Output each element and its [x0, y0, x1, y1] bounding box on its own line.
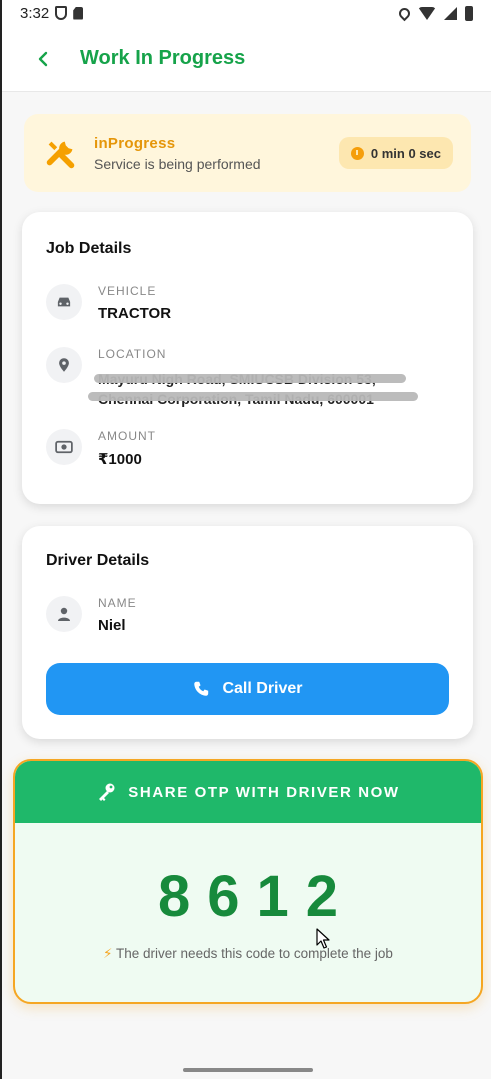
- driver-name-row: NAME Niel: [46, 596, 137, 634]
- otp-code: 8612: [157, 864, 356, 929]
- job-details-card: Job Details VEHICLE TRACTOR LOCATION AMO…: [22, 212, 473, 504]
- back-icon: [38, 51, 48, 66]
- amount-value: ₹1000: [98, 451, 142, 468]
- key-icon: [99, 783, 115, 801]
- otp-header: SHARE OTP WITH DRIVER NOW: [15, 761, 481, 823]
- name-label: NAME: [98, 596, 137, 610]
- location-row: LOCATION Mayuru Nigh Road, SMIUCSB Divis…: [46, 347, 418, 409]
- status-banner: inProgress Service is being performed 0 …: [24, 114, 471, 192]
- person-icon: [46, 596, 82, 632]
- status-time: 3:32: [20, 4, 50, 22]
- location-icon: [46, 347, 82, 383]
- call-driver-label: Call Driver: [222, 680, 303, 697]
- otp-panel: SHARE OTP WITH DRIVER NOW 8612 ⚡ The dri…: [13, 759, 483, 1004]
- tools-icon: [42, 134, 80, 172]
- redaction-mark: [88, 392, 418, 401]
- amount-icon: [46, 429, 82, 465]
- amount-label: AMOUNT: [98, 429, 156, 443]
- phone-icon: [194, 681, 209, 696]
- back-button[interactable]: [32, 48, 54, 70]
- otp-note: ⚡ The driver needs this code to complete…: [15, 946, 481, 962]
- status-bar: 3:32: [2, 0, 491, 26]
- location-status-icon: [396, 5, 413, 21]
- timer-badge: 0 min 0 sec: [338, 137, 453, 169]
- otp-note-text: The driver needs this code to complete t…: [116, 946, 393, 961]
- app-bar: Work In Progress: [2, 26, 491, 92]
- sd-card-icon: [73, 6, 84, 20]
- screen: 3:32 Work In Progress inProgress Service…: [0, 0, 491, 1079]
- timer-text: 0 min 0 sec: [370, 145, 441, 161]
- call-driver-button[interactable]: Call Driver: [46, 663, 449, 715]
- vehicle-icon: [46, 284, 82, 320]
- job-details-title: Job Details: [46, 240, 132, 257]
- vehicle-label: VEHICLE: [98, 284, 157, 298]
- mouse-cursor-icon: [316, 928, 330, 949]
- driver-details-title: Driver Details: [46, 552, 150, 569]
- amount-row: AMOUNT ₹1000: [46, 429, 156, 468]
- shield-icon: [55, 6, 68, 20]
- name-value: Niel: [98, 617, 126, 634]
- vehicle-value: TRACTOR: [98, 305, 172, 322]
- location-value: Mayuru Nigh Road, SMIUCSB Division 53, C…: [88, 369, 418, 409]
- bolt-icon: ⚡: [103, 946, 113, 961]
- otp-header-text: SHARE OTP WITH DRIVER NOW: [128, 783, 400, 801]
- driver-details-card: Driver Details NAME Niel Call Driver: [22, 526, 473, 739]
- signal-icon: [444, 6, 457, 20]
- location-label: LOCATION: [98, 347, 167, 361]
- status-subtitle: Service is being performed: [94, 155, 261, 172]
- page-title: Work In Progress: [80, 47, 246, 69]
- home-indicator[interactable]: [183, 1068, 313, 1072]
- status-label: inProgress: [94, 134, 176, 152]
- timer-icon: [350, 146, 364, 160]
- redaction-mark: [94, 374, 406, 383]
- wifi-icon: [418, 6, 436, 20]
- battery-icon: [465, 5, 473, 21]
- vehicle-row: VEHICLE TRACTOR: [46, 284, 171, 322]
